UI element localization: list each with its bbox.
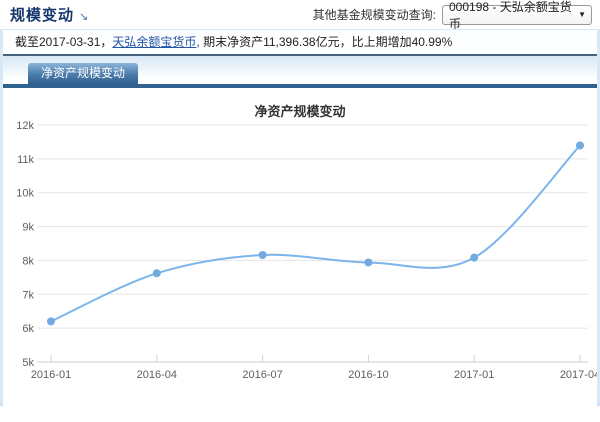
fund-name-link[interactable]: 天弘余额宝货币 [112, 35, 196, 49]
fund-select[interactable]: 000198 - 天弘余额宝货币 ▼ [442, 5, 592, 25]
page-header: 规模变动 ↘ 其他基金规模变动查询: 000198 - 天弘余额宝货币 ▼ [0, 0, 600, 29]
chart-title: 净资产规模变动 [3, 88, 597, 120]
page-title: 规模变动 [10, 4, 74, 25]
tab-net-asset-change[interactable]: 净资产规模变动 [28, 63, 138, 84]
net-asset-chart: 净资产规模变动 5k 6k 7k 8k 9k 10k 11k 12k 2016-01 2016-0… [3, 88, 597, 422]
tab-strip: 净资产规模变动 [3, 56, 597, 88]
page-title-group: 规模变动 ↘ [10, 4, 88, 25]
svg-text:5k: 5k [22, 357, 34, 369]
svg-text:2016-07: 2016-07 [242, 369, 282, 381]
svg-text:8k: 8k [22, 255, 34, 267]
summary-bar: 截至2017-03-31，天弘余额宝货币, 期末净资产11,396.38亿元，比… [3, 30, 597, 56]
data-point [153, 269, 161, 277]
svg-text:7k: 7k [22, 289, 34, 301]
fund-query-label: 其他基金规模变动查询: [313, 6, 436, 23]
svg-text:2016-01: 2016-01 [31, 369, 71, 381]
data-point [47, 317, 55, 325]
summary-detail-text: , 期末净资产11,396.38亿元，比上期增加40.99% [196, 35, 452, 49]
data-point [364, 258, 372, 266]
svg-text:2016-04: 2016-04 [137, 369, 177, 381]
fund-select-value: 000198 - 天弘余额宝货币 [449, 0, 578, 32]
svg-text:11k: 11k [17, 154, 34, 166]
svg-text:2017-01: 2017-01 [454, 369, 494, 381]
summary-asof-text: 截至2017-03-31， [15, 35, 112, 49]
svg-text:6k: 6k [22, 323, 34, 335]
section-link-icon[interactable]: ↘ [79, 12, 88, 25]
chevron-down-icon: ▼ [578, 10, 586, 19]
svg-text:12k: 12k [16, 121, 34, 132]
content-frame: 截至2017-03-31，天弘余额宝货币, 期末净资产11,396.38亿元，比… [0, 29, 600, 406]
svg-text:9k: 9k [22, 222, 34, 234]
data-point [259, 251, 267, 259]
chart-plot-area: 5k 6k 7k 8k 9k 10k 11k 12k 2016-01 2016-04 2016-07… [3, 121, 597, 402]
svg-text:2017-04: 2017-04 [560, 369, 597, 381]
data-point [470, 254, 478, 262]
fund-query-group: 其他基金规模变动查询: 000198 - 天弘余额宝货币 ▼ [313, 5, 592, 25]
chart-svg: 5k 6k 7k 8k 9k 10k 11k 12k 2016-01 2016-04 2016-07… [3, 121, 597, 397]
svg-text:2016-10: 2016-10 [348, 369, 388, 381]
svg-text:10k: 10k [16, 188, 34, 200]
data-point [576, 141, 584, 149]
